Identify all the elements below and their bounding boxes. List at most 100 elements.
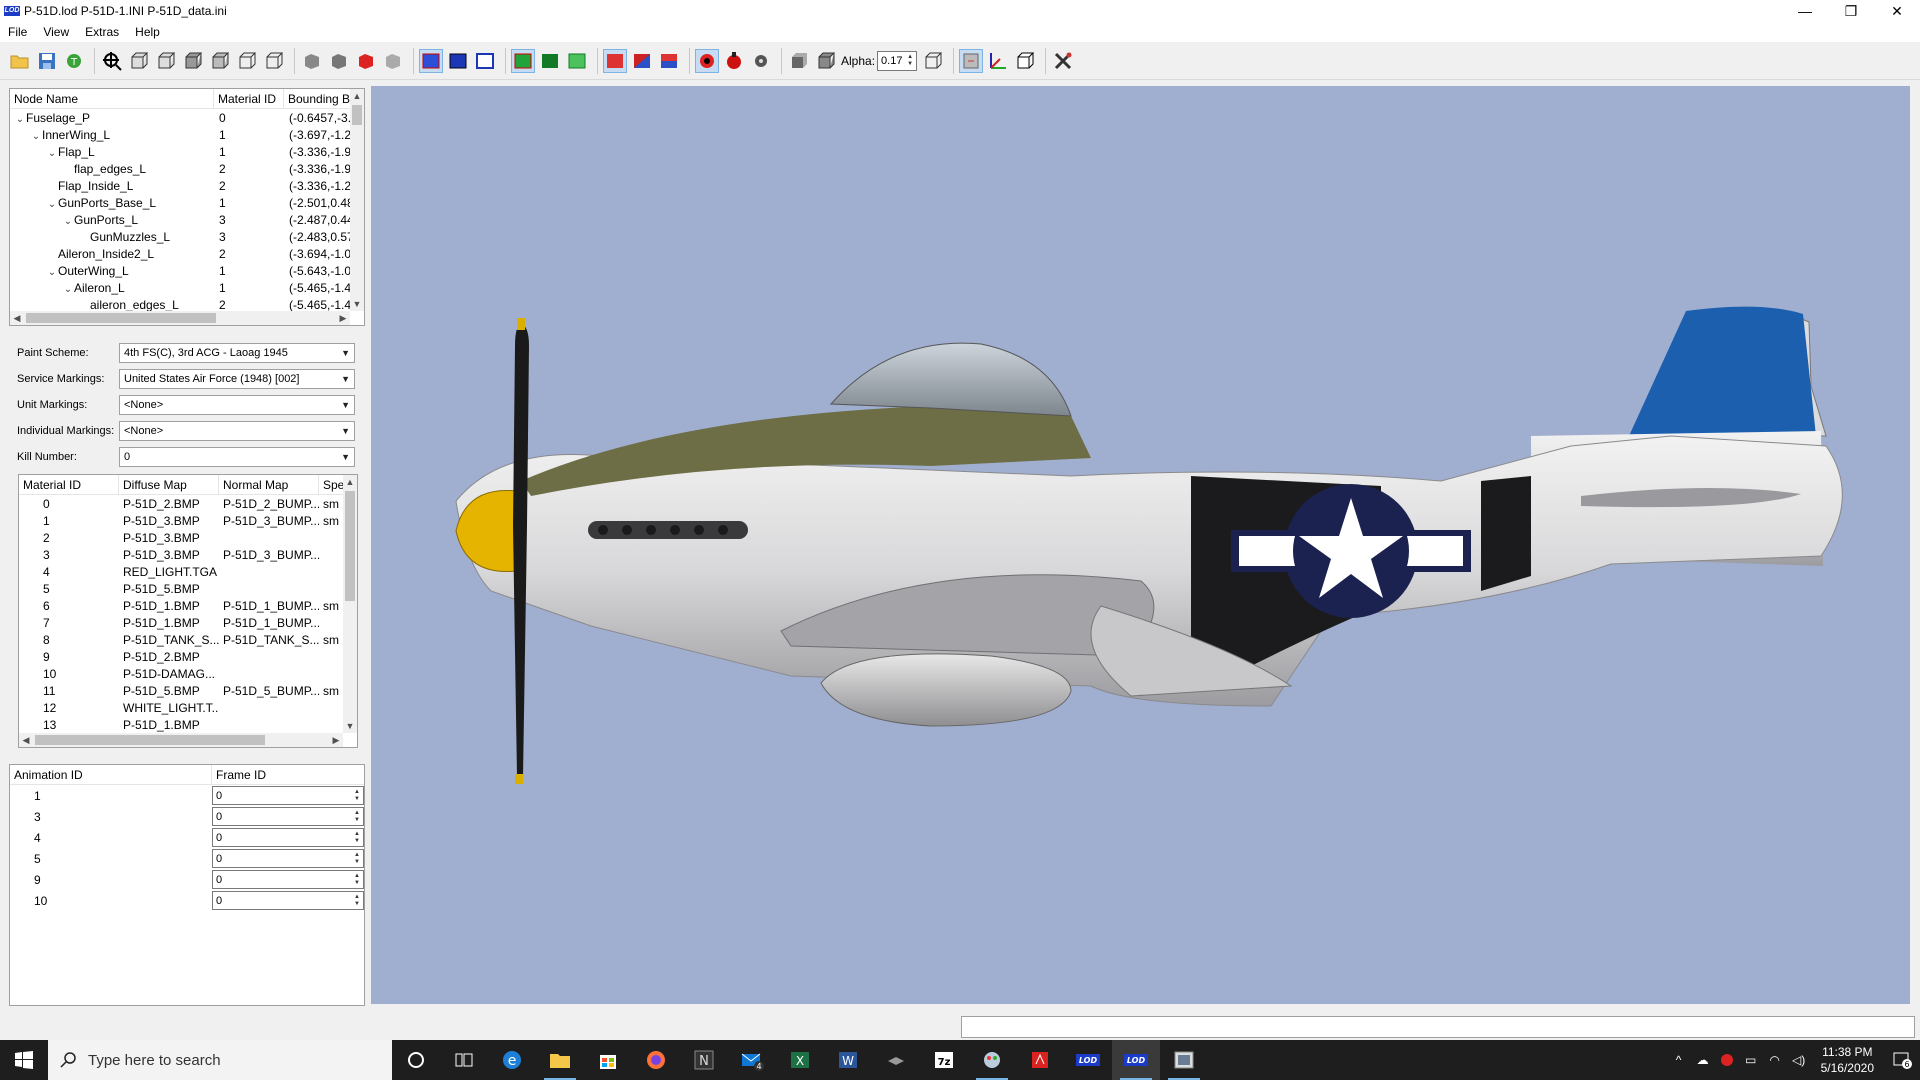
shaded-silver-icon[interactable] [381,49,405,73]
service-markings-select[interactable]: United States Air Force (1948) [002] ▼ [119,369,355,389]
close-button[interactable]: ✕ [1874,0,1920,22]
image-viewer-icon[interactable] [1160,1040,1208,1080]
tree-row[interactable]: ⌄ GunPorts_Base_L 1 (-2.501,0.480 [10,194,364,211]
spinner-arrows-icon[interactable]: ▲ ▼ [354,789,360,803]
chevron-up-icon[interactable]: ^ [1667,1040,1691,1080]
col-normal-map[interactable]: Normal Map [219,475,319,495]
battery-icon[interactable]: ▭ [1739,1040,1763,1080]
material-row[interactable]: 2 P-51D_3.BMP [19,529,357,546]
save-icon[interactable] [35,49,59,73]
view-bottom-icon[interactable] [262,49,286,73]
materials-vscrollbar[interactable]: ▲ ▼ [343,475,357,733]
texture-red-icon[interactable] [603,48,627,73]
view-front-icon[interactable] [127,49,151,73]
tree-row[interactable]: ⌄ InnerWing_L 1 (-3.697,-1.29 [10,126,364,143]
scroll-down-icon[interactable]: ▼ [343,721,357,731]
spinner-arrows-icon[interactable]: ▲ ▼ [354,852,360,866]
scroll-left-icon[interactable]: ◀ [10,313,24,324]
light-icon[interactable] [695,48,719,73]
chevron-down-icon[interactable]: ⌄ [46,199,58,210]
cube-outline-icon[interactable] [921,49,945,73]
material-row[interactable]: 3 P-51D_3.BMP P-51D_3_BUMP.... [19,546,357,563]
tree-row[interactable]: Flap_Inside_L 2 (-3.336,-1.29 [10,177,364,194]
light-spot-icon[interactable] [722,49,746,73]
file-explorer-icon[interactable] [536,1040,584,1080]
chevron-down-icon[interactable]: ⌄ [30,131,42,142]
material-row[interactable]: 8 P-51D_TANK_S... P-51D_TANK_S... sm [19,631,357,648]
wire-green-icon[interactable] [511,48,535,73]
notification-center-icon[interactable]: 6 [1884,1040,1920,1080]
wire-blue-icon[interactable] [419,48,443,73]
frame-id-spinner[interactable]: 0 ▲ ▼ [212,807,364,826]
spinner-arrows-icon[interactable]: ▲ ▼ [354,873,360,887]
material-row[interactable]: 1 P-51D_3.BMP P-51D_3_BUMP.... sm [19,512,357,529]
taskbar-search[interactable]: Type here to search [48,1040,392,1080]
chevron-down-icon[interactable]: ▼ [341,400,350,410]
scroll-down-icon[interactable]: ▼ [350,299,364,309]
firefox-icon[interactable] [632,1040,680,1080]
menu-extras[interactable]: Extras [77,25,127,39]
tree-vscrollbar[interactable]: ▲ ▼ [350,89,364,311]
material-row[interactable]: 6 P-51D_1.BMP P-51D_1_BUMP.... sm [19,597,357,614]
spinner-arrows-icon[interactable]: ▲ ▼ [354,810,360,824]
chevron-down-icon[interactable]: ⌄ [62,284,74,295]
onedrive-icon[interactable]: ☁ [1691,1040,1715,1080]
scroll-up-icon[interactable]: ▲ [350,91,364,101]
spinner-arrows-icon[interactable]: ▲ ▼ [354,831,360,845]
volume-icon[interactable]: ◁) [1787,1040,1811,1080]
excel-icon[interactable]: X [776,1040,824,1080]
solid-green-icon[interactable] [538,49,562,73]
node-tree[interactable]: Node Name Material ID Bounding Bo ⌄ Fusel… [9,88,365,326]
clock[interactable]: 11:38 PM 5/16/2020 [1811,1044,1884,1076]
paint-scheme-select[interactable]: 4th FS(C), 3rd ACG - Laoag 1945 ▼ [119,343,355,363]
word-icon[interactable]: W [824,1040,872,1080]
restore-button[interactable]: ❐ [1828,0,1874,22]
col-animation-id[interactable]: Animation ID [10,764,212,785]
mail-icon[interactable]: 4 [728,1040,776,1080]
materials-hscrollbar[interactable]: ◀ ▶ [19,733,343,747]
view-top-icon[interactable] [235,49,259,73]
scroll-left-icon[interactable]: ◀ [19,735,33,746]
lod-viewer-icon[interactable]: LOD [1112,1040,1160,1080]
open-folder-icon[interactable] [8,49,32,73]
tree-row[interactable]: ⌄ Flap_L 1 (-3.336,-1.96 [10,143,364,160]
render-mode-icon[interactable] [959,48,984,73]
chevron-down-icon[interactable]: ▼ [341,426,350,436]
individual-markings-select[interactable]: <None> ▼ [119,421,355,441]
notepad-icon[interactable]: N [680,1040,728,1080]
axes-icon[interactable] [986,49,1010,73]
shaded-flat-icon[interactable] [327,49,351,73]
reload-icon[interactable]: T [62,49,86,73]
zoom-fit-icon[interactable] [100,49,124,73]
frame-id-spinner[interactable]: 0 ▲ ▼ [212,870,364,889]
unit-markings-select[interactable]: <None> ▼ [119,395,355,415]
tree-hscrollbar[interactable]: ◀ ▶ [10,311,350,325]
kill-number-select[interactable]: 0 ▼ [119,447,355,467]
col-specular[interactable]: Spe [319,475,345,495]
tree-hscroll-thumb[interactable] [26,313,216,323]
acrobat-icon[interactable] [1016,1040,1064,1080]
chevron-down-icon[interactable]: ⌄ [46,267,58,278]
col-frame-id[interactable]: Frame ID [212,765,364,785]
chevron-down-icon[interactable]: ▼ [341,452,350,462]
tree-row[interactable]: flap_edges_L 2 (-3.336,-1.96 [10,160,364,177]
tree-row[interactable]: ⌄ Aileron_L 1 (-5.465,-1.43 [10,279,364,296]
tree-vscroll-thumb[interactable] [352,105,362,125]
view-back-icon[interactable] [154,49,178,73]
task-view-icon[interactable] [440,1040,488,1080]
tree-row[interactable]: ⌄ OuterWing_L 1 (-5.643,-1.02 [10,262,364,279]
cube-solid-icon[interactable] [787,49,811,73]
wifi-icon[interactable]: ◠ [1763,1040,1787,1080]
materials-vscroll-thumb[interactable] [345,491,355,601]
col-material-id[interactable]: Material ID [214,89,284,109]
outline-green-icon[interactable] [565,49,589,73]
3d-viewport[interactable] [371,86,1910,1004]
scroll-right-icon[interactable]: ▶ [336,313,350,324]
material-row[interactable]: 0 P-51D_2.BMP P-51D_2_BUMP.... sm [19,495,357,512]
material-row[interactable]: 10 P-51D-DAMAG... [19,665,357,682]
bounding-box-icon[interactable] [1013,49,1037,73]
sevenzip-icon[interactable]: 7z [920,1040,968,1080]
edge-icon[interactable]: e [488,1040,536,1080]
settings-tools-icon[interactable] [1051,49,1075,73]
frame-id-spinner[interactable]: 0 ▲ ▼ [212,828,364,847]
